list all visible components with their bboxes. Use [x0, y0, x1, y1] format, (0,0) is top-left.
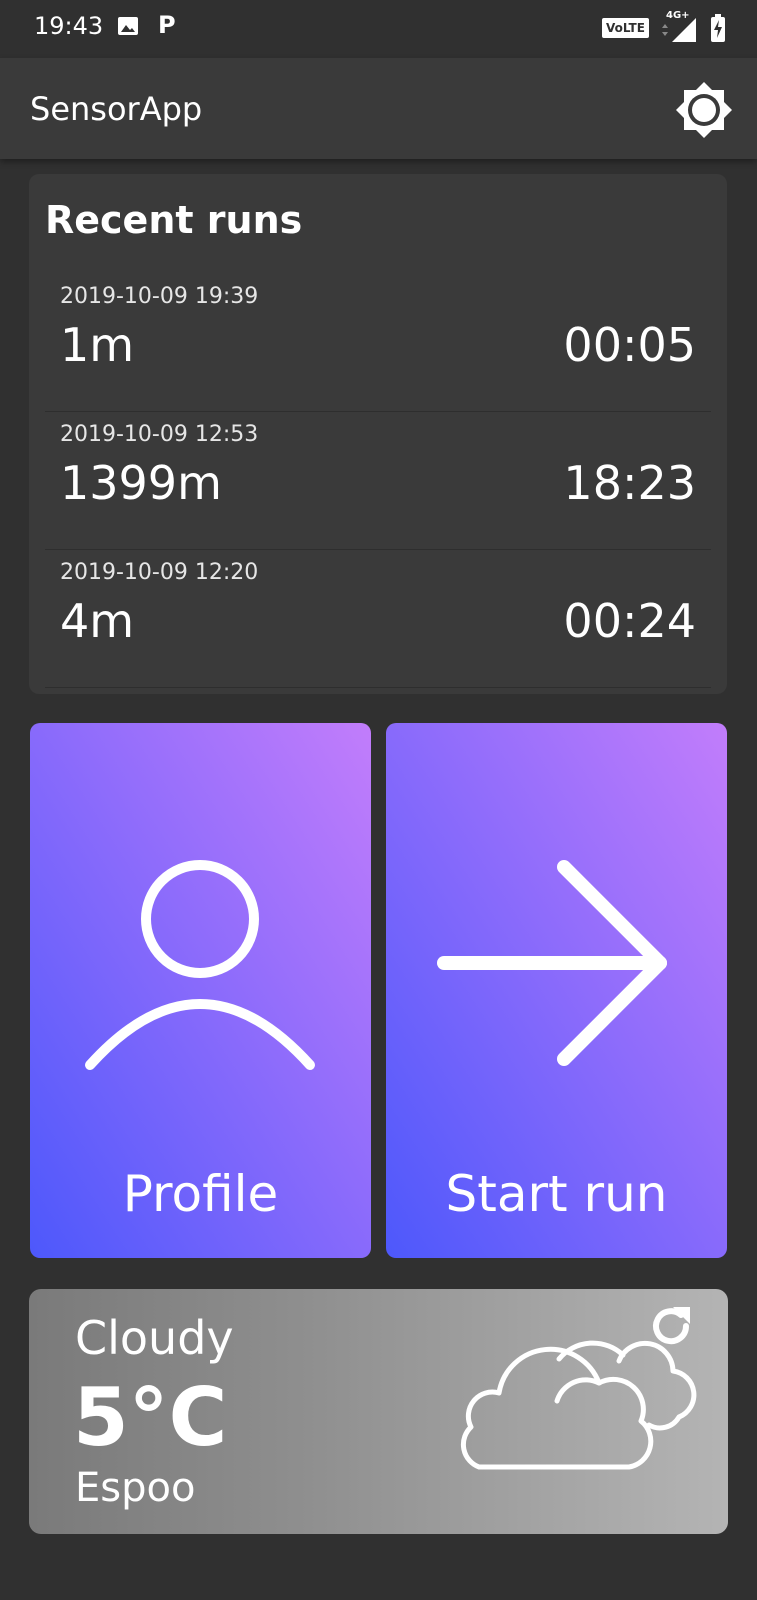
volte-badge: VoLTE — [602, 18, 649, 38]
parking-app-icon: P — [158, 11, 176, 39]
weather-temperature: 5°C — [73, 1371, 228, 1464]
start-run-label: Start run — [445, 1165, 668, 1223]
profile-button[interactable]: Profile — [30, 723, 371, 1258]
run-row[interactable]: 2019-10-09 12:53 1399m 18:23 — [45, 412, 711, 550]
recent-runs-card: Recent runs 2019-10-09 19:39 1m 00:05 20… — [29, 174, 727, 694]
run-duration: 00:24 — [563, 594, 696, 648]
run-date: 2019-10-09 19:39 — [60, 284, 259, 309]
weather-city: Espoo — [75, 1465, 196, 1511]
run-distance: 1399m — [60, 456, 222, 510]
run-duration: 00:05 — [563, 318, 696, 372]
run-row[interactable]: 2019-10-09 19:39 1m 00:05 — [45, 274, 711, 412]
gallery-icon — [118, 17, 138, 35]
status-time: 19:43 — [34, 12, 104, 40]
signal-icon — [662, 18, 696, 42]
person-icon — [85, 860, 315, 1070]
weather-condition: Cloudy — [75, 1311, 234, 1365]
brightness-gear-icon[interactable] — [676, 82, 732, 138]
run-distance: 4m — [60, 594, 135, 648]
status-bar: 19:43 P VoLTE 4G+ — [0, 0, 757, 58]
run-date: 2019-10-09 12:53 — [60, 422, 259, 447]
run-duration: 18:23 — [563, 456, 696, 510]
app-bar: SensorApp — [0, 58, 757, 159]
run-distance: 1m — [60, 318, 135, 372]
start-run-button[interactable]: Start run — [386, 723, 727, 1258]
arrow-right-icon — [437, 860, 667, 1066]
profile-label: Profile — [122, 1165, 279, 1223]
refresh-icon[interactable] — [646, 1301, 696, 1351]
run-date: 2019-10-09 12:20 — [60, 560, 259, 585]
weather-card: Cloudy 5°C Espoo — [29, 1289, 728, 1534]
app-title: SensorApp — [30, 90, 203, 128]
battery-charging-icon — [711, 14, 725, 42]
recent-runs-title: Recent runs — [45, 198, 303, 242]
run-row[interactable]: 2019-10-09 12:20 4m 00:24 — [45, 550, 711, 688]
